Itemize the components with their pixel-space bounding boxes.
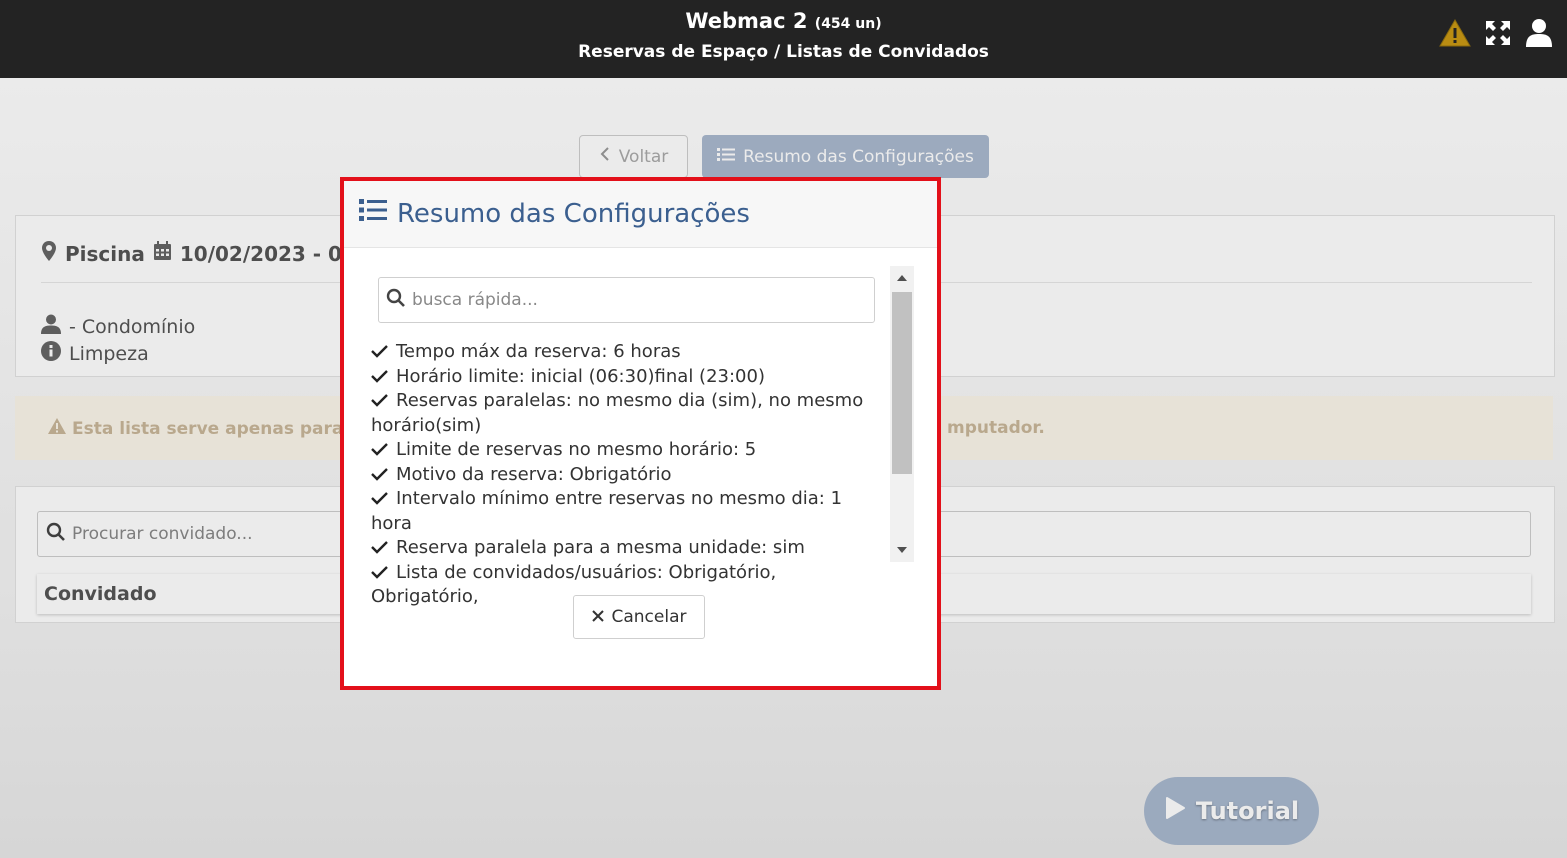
app-title: Webmac 2 (454 un)	[0, 9, 1567, 33]
search-icon	[386, 288, 406, 313]
settings-list-item-text: Motivo da reserva: Obrigatório	[396, 463, 672, 485]
scroll-up-icon[interactable]	[897, 275, 907, 281]
check-icon	[371, 394, 388, 407]
quick-search-placeholder: busca rápida...	[412, 290, 538, 310]
page-subtitle: Reservas de Espaço / Listas de Convidado…	[578, 42, 989, 62]
modal-header: Resumo das Configurações	[344, 181, 937, 248]
unit-count: (454 un)	[814, 16, 882, 32]
settings-list-item-text: Intervalo mínimo entre reservas no mesmo…	[371, 488, 843, 534]
cancel-button[interactable]: Cancelar	[573, 595, 705, 639]
settings-list-item-text: Horário limite: inicial (06:30)final (23…	[396, 365, 765, 387]
list-icon	[359, 198, 387, 229]
settings-items: Tempo máx da reserva: 6 horas Horário lim…	[371, 340, 879, 610]
settings-list-item: Intervalo mínimo entre reservas no mesmo…	[371, 487, 879, 536]
scroll-down-icon[interactable]	[897, 547, 907, 553]
check-icon	[371, 541, 388, 554]
settings-summary-modal: Resumo das Configurações busca rápida...…	[340, 177, 941, 690]
settings-list-item-text: Reservas paralelas: no mesmo dia (sim), …	[371, 390, 864, 436]
check-icon	[371, 443, 388, 456]
check-icon	[371, 565, 388, 579]
expand-icon[interactable]	[1485, 20, 1511, 46]
settings-list-item: Tempo máx da reserva: 6 horas	[371, 340, 879, 365]
modal-title: Resumo das Configurações	[359, 198, 750, 229]
settings-list-item: Horário limite: inicial (06:30)final (23…	[371, 365, 879, 390]
check-icon	[371, 492, 388, 505]
check-icon	[371, 369, 388, 383]
check-icon	[371, 467, 388, 481]
settings-list-item-text: Tempo máx da reserva: 6 horas	[396, 341, 681, 362]
scrollbar-thumb[interactable]	[892, 292, 912, 474]
settings-list-item: Limite de reservas no mesmo horário: 5	[371, 438, 879, 463]
modal-title-text: Resumo das Configurações	[397, 198, 750, 229]
user-icon[interactable]	[1525, 18, 1553, 48]
check-icon	[371, 345, 388, 358]
settings-list-item-text: Limite de reservas no mesmo horário: 5	[396, 439, 757, 460]
settings-list-item-text: Reserva paralela para a mesma unidade: s…	[396, 537, 805, 558]
settings-list: busca rápida... Tempo máx da reserva: 6 …	[366, 266, 919, 607]
settings-list-item: Reserva paralela para a mesma unidade: s…	[371, 536, 879, 561]
cancel-label: Cancelar	[611, 607, 687, 627]
close-icon	[591, 607, 604, 627]
settings-list-item: Reservas paralelas: no mesmo dia (sim), …	[371, 389, 879, 438]
app-name: Webmac 2	[685, 9, 808, 33]
quick-search-input[interactable]: busca rápida...	[378, 277, 875, 323]
settings-list-item: Motivo da reserva: Obrigatório	[371, 463, 879, 488]
warning-icon[interactable]	[1439, 18, 1471, 48]
top-bar: Webmac 2 (454 un) Reservas de Espaço / L…	[0, 0, 1567, 78]
scrollbar[interactable]	[890, 266, 914, 562]
